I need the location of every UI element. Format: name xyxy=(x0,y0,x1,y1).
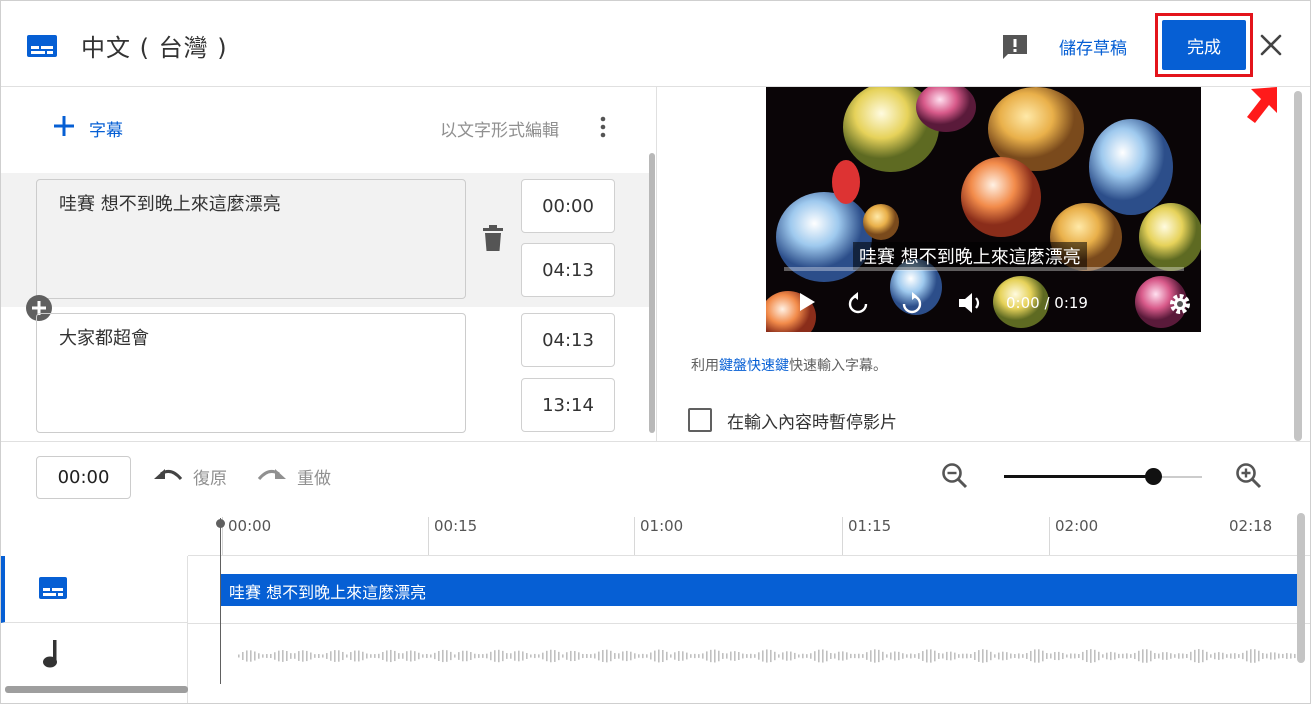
timeline-toolbar: 00:00 復原 重做 xyxy=(1,441,1310,513)
hint-prefix: 利用 xyxy=(691,358,719,374)
current-time-input[interactable]: 00:00 xyxy=(36,456,131,499)
volume-icon[interactable] xyxy=(958,292,984,318)
add-caption-button[interactable]: 字幕 xyxy=(53,115,123,141)
subtitle-editor-dialog: 中文 ( 台灣 ) 儲存草稿 完成 字幕 以文字形式編輯 哇賽 想不到晚上來這麼… xyxy=(0,0,1311,704)
keyboard-shortcuts-link[interactable]: 鍵盤快速鍵 xyxy=(719,358,789,374)
playhead[interactable] xyxy=(220,518,221,684)
undo-button[interactable]: 復原 xyxy=(153,464,227,489)
timeline-tick: 02:00 xyxy=(1049,517,1098,555)
timeline-vertical-scrollbar[interactable] xyxy=(1297,513,1305,663)
rewind-10-icon[interactable] xyxy=(846,292,870,320)
feedback-icon[interactable] xyxy=(1000,33,1030,65)
video-caption-overlay: 哇賽 想不到晚上來這麼漂亮 xyxy=(853,242,1087,270)
caption-text-field[interactable]: 哇賽 想不到晚上來這麼漂亮 xyxy=(36,179,466,299)
delete-icon[interactable] xyxy=(483,225,503,255)
redo-label: 重做 xyxy=(297,469,331,489)
video-progress-bar[interactable] xyxy=(784,267,1184,271)
pause-while-typing-label: 在輸入內容時暫停影片 xyxy=(727,413,897,433)
track-labels xyxy=(1,556,188,703)
subtitles-icon xyxy=(39,577,67,603)
cue-start-time[interactable]: 00:00 xyxy=(521,179,615,233)
timeline-caption-segment[interactable]: 哇賽 想不到晚上來這麼漂亮 xyxy=(221,574,1297,606)
caption-list-panel: 字幕 以文字形式編輯 哇賽 想不到晚上來這麼漂亮 00:00 04:13 大家都… xyxy=(1,87,657,441)
playhead-handle[interactable] xyxy=(216,519,225,528)
timeline-tick: 02:18 xyxy=(1229,517,1273,535)
track-divider xyxy=(188,623,1310,624)
timeline-tick: 00:15 xyxy=(428,517,477,555)
plus-icon xyxy=(53,115,75,141)
undo-icon xyxy=(153,465,183,489)
zoom-out-icon[interactable] xyxy=(941,462,969,494)
more-vert-icon[interactable] xyxy=(597,115,609,143)
caption-list-scrollbar[interactable] xyxy=(649,153,655,433)
timeline-ruler[interactable]: 00:00 00:15 01:00 01:15 02:00 02:18 xyxy=(188,513,1310,556)
music-note-icon xyxy=(41,640,63,672)
close-icon[interactable] xyxy=(1259,33,1283,61)
redo-icon xyxy=(257,465,287,489)
subtitle-track-label xyxy=(1,556,188,623)
add-caption-label: 字幕 xyxy=(89,120,123,141)
zoom-slider-fill xyxy=(1004,475,1153,478)
timeline-tick: 01:00 xyxy=(634,517,683,555)
forward-10-icon[interactable] xyxy=(900,292,924,320)
cue-end-time[interactable]: 13:14 xyxy=(521,378,615,432)
settings-gear-icon[interactable] xyxy=(1168,292,1192,320)
cue-end-time[interactable]: 04:13 xyxy=(521,243,615,297)
video-preview-panel: 哇賽 想不到晚上來這麼漂亮 0:00 / 0:19 利用鍵盤快速鍵快速輸入字幕。… xyxy=(658,87,1310,441)
timeline: 00:00 00:15 01:00 01:15 02:00 02:18 哇賽 想… xyxy=(1,513,1310,703)
preview-scrollbar[interactable] xyxy=(1294,91,1302,441)
redo-button[interactable]: 重做 xyxy=(257,464,331,489)
edit-as-text-button[interactable]: 以文字形式編輯 xyxy=(440,116,559,141)
hint-suffix: 快速輸入字幕。 xyxy=(789,358,887,374)
video-time: 0:00 / 0:19 xyxy=(1006,294,1088,312)
done-button[interactable]: 完成 xyxy=(1162,20,1246,70)
undo-label: 復原 xyxy=(193,469,227,489)
video-controls: 0:00 / 0:19 xyxy=(766,287,1201,321)
zoom-slider-thumb[interactable] xyxy=(1144,468,1162,485)
caption-cue-row: 大家都超會 04:13 13:14 xyxy=(1,307,649,441)
caption-text-field[interactable]: 大家都超會 xyxy=(36,313,466,433)
video-player[interactable]: 哇賽 想不到晚上來這麼漂亮 0:00 / 0:19 xyxy=(766,87,1201,332)
play-icon[interactable] xyxy=(798,292,816,316)
cue-start-time[interactable]: 04:13 xyxy=(521,313,615,367)
pause-while-typing-checkbox[interactable] xyxy=(688,408,712,432)
audio-waveform xyxy=(238,649,1296,663)
timeline-tick: 01:15 xyxy=(842,517,891,555)
save-draft-button[interactable]: 儲存草稿 xyxy=(1059,34,1127,59)
page-title: 中文 ( 台灣 ) xyxy=(81,34,228,62)
subtitles-icon xyxy=(27,35,57,61)
timeline-tick: 00:00 xyxy=(222,517,271,555)
dialog-header: 中文 ( 台灣 ) 儲存草稿 完成 xyxy=(1,1,1310,123)
zoom-in-icon[interactable] xyxy=(1235,462,1263,494)
caption-cue-row: 哇賽 想不到晚上來這麼漂亮 00:00 04:13 xyxy=(1,173,649,307)
keyboard-shortcut-hint: 利用鍵盤快速鍵快速輸入字幕。 xyxy=(691,355,887,375)
timeline-horizontal-scrollbar[interactable] xyxy=(5,686,188,693)
